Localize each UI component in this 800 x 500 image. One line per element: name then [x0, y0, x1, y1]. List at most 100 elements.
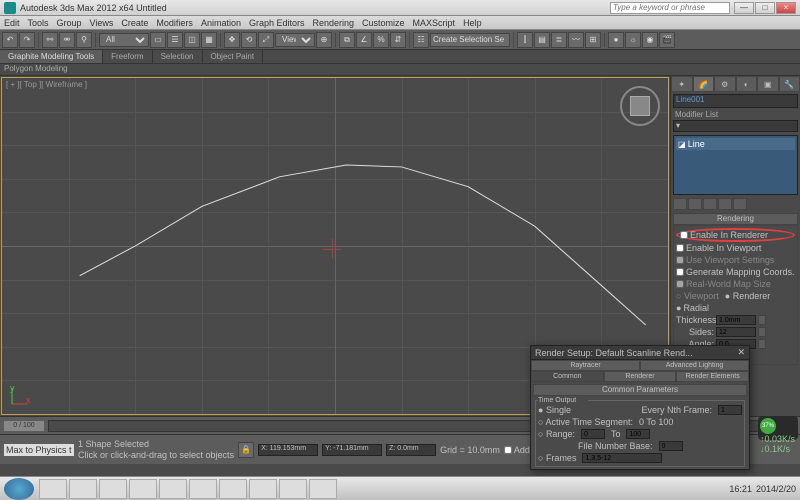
curve-editor-button[interactable]: 〰 — [568, 32, 584, 48]
move-button[interactable]: ✥ — [224, 32, 240, 48]
menu-customize[interactable]: Customize — [362, 18, 405, 28]
menu-create[interactable]: Create — [121, 18, 148, 28]
align-button[interactable]: ▤ — [534, 32, 550, 48]
generate-mapping-checkbox[interactable]: Generate Mapping Coords. — [676, 266, 795, 278]
menu-views[interactable]: Views — [90, 18, 114, 28]
sides-spin-buttons[interactable] — [758, 327, 766, 337]
coord-x[interactable]: X: 119.153mm — [258, 444, 318, 456]
file-base-spinner[interactable] — [659, 441, 683, 451]
taskbar-item[interactable] — [69, 479, 97, 499]
stack-item-line[interactable]: ◪ Line — [676, 138, 795, 150]
select-name-button[interactable]: ☰ — [167, 32, 183, 48]
menu-edit[interactable]: Edit — [4, 18, 20, 28]
angle-snap-button[interactable]: ∠ — [356, 32, 372, 48]
cmd-tab-display[interactable]: ▣ — [757, 76, 779, 92]
cmd-tab-hierarchy[interactable]: ⚙ — [714, 76, 736, 92]
active-segment-radio[interactable]: ○ Active Time Segment: — [538, 417, 633, 427]
undo-button[interactable]: ↶ — [2, 32, 18, 48]
taskbar-item[interactable] — [129, 479, 157, 499]
ribbon-tab-modeling[interactable]: Graphite Modeling Tools — [0, 50, 103, 63]
taskbar-item[interactable] — [39, 479, 67, 499]
modifier-stack[interactable]: ◪ Line — [673, 135, 798, 195]
ribbon-tab-object-paint[interactable]: Object Paint — [203, 50, 264, 63]
menu-group[interactable]: Group — [57, 18, 82, 28]
single-radio[interactable]: ● Single — [538, 405, 571, 415]
redo-button[interactable]: ↷ — [19, 32, 35, 48]
menu-maxscript[interactable]: MAXScript — [413, 18, 456, 28]
taskbar-item[interactable] — [159, 479, 187, 499]
taskbar-item[interactable] — [249, 479, 277, 499]
dlg-tab-render-elem[interactable]: Render Elements — [676, 371, 749, 382]
renderer-radio[interactable]: ● Renderer — [725, 291, 770, 301]
system-tray[interactable]: 16:21 2014/2/20 — [725, 484, 800, 494]
show-end-result-button[interactable] — [688, 198, 702, 210]
maxscript-listener[interactable]: Max to Physics t — [4, 444, 74, 456]
dlg-tab-adv-lighting[interactable]: Advanced Lighting — [640, 360, 749, 371]
dlg-tab-common[interactable]: Common — [531, 371, 604, 382]
thickness-spinner[interactable] — [716, 315, 756, 325]
taskbar-item[interactable] — [219, 479, 247, 499]
named-selection-input[interactable] — [430, 33, 510, 47]
layers-button[interactable]: ≣ — [551, 32, 567, 48]
minimize-button[interactable]: — — [734, 2, 754, 14]
enable-in-viewport-checkbox[interactable]: Enable In Viewport — [676, 242, 795, 254]
schematic-button[interactable]: ⊞ — [585, 32, 601, 48]
network-speed-widget[interactable]: 37% ↑0.03K/s ↓0.1K/s — [758, 416, 798, 440]
bind-button[interactable]: ⚲ — [76, 32, 92, 48]
menu-tools[interactable]: Tools — [28, 18, 49, 28]
unlink-button[interactable]: ⚮ — [59, 32, 75, 48]
named-sel-button[interactable]: ☷ — [413, 32, 429, 48]
thickness-spin-buttons[interactable] — [758, 315, 766, 325]
make-unique-button[interactable] — [703, 198, 717, 210]
render-setup-dialog[interactable]: Render Setup: Default Scanline Rend... ✕… — [530, 345, 750, 470]
range-radio[interactable]: ○ Range: — [538, 429, 575, 439]
dlg-tab-raytracer[interactable]: Raytracer — [531, 360, 640, 371]
dialog-close-button[interactable]: ✕ — [737, 347, 745, 358]
help-search-input[interactable] — [610, 2, 730, 14]
cmd-tab-modify[interactable]: 🌈 — [693, 76, 715, 92]
time-slider-thumb[interactable]: 0 / 100 — [4, 421, 44, 431]
menu-animation[interactable]: Animation — [201, 18, 241, 28]
viewport-radio[interactable]: ○ Viewport — [676, 291, 719, 301]
render-button[interactable]: 🎬 — [659, 32, 675, 48]
sides-spinner[interactable] — [716, 327, 756, 337]
menu-help[interactable]: Help — [463, 18, 482, 28]
angle-spin-buttons[interactable] — [758, 339, 766, 349]
close-button[interactable]: × — [776, 2, 796, 14]
range-from-spinner[interactable] — [581, 429, 605, 439]
maximize-button[interactable]: □ — [755, 2, 775, 14]
mirror-button[interactable]: ⫿ — [517, 32, 533, 48]
menu-rendering[interactable]: Rendering — [313, 18, 355, 28]
ribbon-tab-freeform[interactable]: Freeform — [103, 50, 152, 63]
menu-graph-editors[interactable]: Graph Editors — [249, 18, 305, 28]
percent-snap-button[interactable]: % — [373, 32, 389, 48]
snap-button[interactable]: ⧉ — [339, 32, 355, 48]
render-frame-button[interactable]: ◉ — [642, 32, 658, 48]
every-nth-spinner[interactable] — [718, 405, 742, 415]
lock-selection-button[interactable]: 🔒 — [238, 442, 254, 458]
modifier-list-dropdown[interactable]: ▾ — [673, 120, 798, 132]
rendering-rollout-header[interactable]: Rendering — [673, 213, 798, 225]
coord-z[interactable]: Z: 0.0mm — [386, 444, 436, 456]
configure-sets-button[interactable] — [733, 198, 747, 210]
taskbar-item[interactable] — [189, 479, 217, 499]
rotate-button[interactable]: ⟲ — [241, 32, 257, 48]
ribbon-tab-selection[interactable]: Selection — [153, 50, 203, 63]
cmd-tab-create[interactable]: ✦ — [671, 76, 693, 92]
link-button[interactable]: ⚯ — [42, 32, 58, 48]
pivot-button[interactable]: ⊕ — [316, 32, 332, 48]
select-region-button[interactable]: ◫ — [184, 32, 200, 48]
select-button[interactable]: ▭ — [150, 32, 166, 48]
radial-radio[interactable]: ● Radial — [676, 302, 795, 314]
dlg-tab-renderer[interactable]: Renderer — [604, 371, 677, 382]
coord-y[interactable]: Y: -71.181mm — [322, 444, 382, 456]
pin-stack-button[interactable] — [673, 198, 687, 210]
dialog-titlebar[interactable]: Render Setup: Default Scanline Rend... ✕ — [531, 346, 749, 360]
ref-coord-dropdown[interactable]: View — [275, 33, 315, 47]
ribbon-panel-label[interactable]: Polygon Modeling — [0, 64, 800, 76]
range-to-spinner[interactable] — [626, 429, 650, 439]
object-name-field[interactable]: Line001 — [673, 94, 798, 108]
start-button[interactable] — [4, 478, 34, 500]
remove-modifier-button[interactable] — [718, 198, 732, 210]
enable-in-renderer-checkbox[interactable]: Enable In Renderer — [676, 228, 795, 242]
